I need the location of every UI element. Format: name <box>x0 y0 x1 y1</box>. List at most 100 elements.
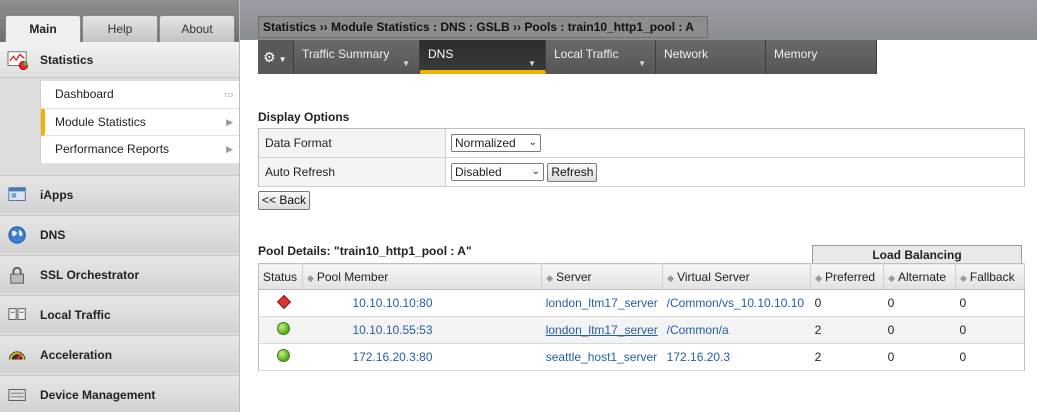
sort-icon: ◆ <box>888 272 895 283</box>
sidebar-item-label: Device Management <box>40 388 156 402</box>
server-link[interactable]: london_ltm17_server <box>546 296 658 310</box>
sort-icon: ◆ <box>815 272 823 283</box>
chevron-right-icon: ▶ <box>226 144 233 154</box>
table-row: 10.10.10.10:80 london_ltm17_server /Comm… <box>258 289 1025 317</box>
chevron-down-icon: ▼ <box>278 55 287 64</box>
tab-main[interactable]: Main <box>5 15 81 43</box>
auto-refresh-label: Auto Refresh <box>258 157 446 187</box>
tab-help[interactable]: Help <box>82 15 158 42</box>
popout-icon: ▭ <box>224 89 233 99</box>
sidebar-item-acceleration[interactable]: Acceleration <box>0 335 239 373</box>
column-header-pool-member[interactable]: ◆ Pool Member <box>302 263 543 290</box>
nav-memory[interactable]: Memory <box>766 40 877 74</box>
column-header-virtual-server[interactable]: ◆ Virtual Server <box>662 263 812 290</box>
nav-label: Network <box>664 47 709 61</box>
fallback-value: 0 <box>955 316 1025 344</box>
column-header-fallback[interactable]: ◆ Fallback <box>955 263 1025 290</box>
statistics-submenu: Dashboard ▭ Module Statistics ▶ Performa… <box>40 81 239 164</box>
column-label: Alternate <box>897 269 947 284</box>
nav-traffic-summary[interactable]: Traffic Summary ▼ <box>294 40 420 74</box>
server-link[interactable]: seattle_host1_server <box>546 350 657 364</box>
sort-icon: ◆ <box>960 272 967 283</box>
data-format-label: Data Format <box>258 128 446 158</box>
sidebar-item-ssl-orchestrator[interactable]: SSL Orchestrator <box>0 255 239 293</box>
alternate-value: 0 <box>883 316 956 344</box>
server-link[interactable]: london_ltm17_server <box>546 323 658 337</box>
status-ok-icon <box>277 322 290 335</box>
chevron-down-icon: ▼ <box>528 59 536 68</box>
column-label: Status <box>263 269 298 284</box>
sidebar-item-label: Acceleration <box>40 348 113 362</box>
globe-icon <box>8 226 26 244</box>
sidebar-item-dns[interactable]: DNS <box>0 215 239 253</box>
breadcrumb: Statistics ›› Module Statistics : DNS : … <box>258 16 708 38</box>
nav-label: DNS <box>428 47 454 61</box>
data-format-select[interactable]: Normalized ⌄ <box>451 134 541 152</box>
nav-dns[interactable]: DNS ▼ <box>420 40 546 74</box>
status-error-icon <box>276 294 292 310</box>
sidebar-item-label: Statistics <box>40 53 94 67</box>
sidebar-item-label: DNS <box>40 228 66 242</box>
pool-member-link[interactable]: 172.16.20.3:80 <box>352 350 432 364</box>
tab-about[interactable]: About <box>159 15 235 42</box>
fallback-value: 0 <box>955 289 1025 317</box>
alternate-value: 0 <box>883 289 956 317</box>
pool-member-link[interactable]: 10.10.10.10:80 <box>352 296 432 310</box>
submenu-item-label: Dashboard <box>55 87 114 101</box>
sort-icon: ◆ <box>546 272 554 283</box>
chevron-down-icon: ⌄ <box>528 137 537 148</box>
gear-icon: ⚙ <box>263 49 276 65</box>
virtual-server-link[interactable]: 172.16.20.3 <box>667 350 730 364</box>
display-options-table: Data Format Normalized ⌄ Auto Refresh Di… <box>258 128 1025 187</box>
virtual-server-link[interactable]: /Common/a <box>667 323 729 337</box>
status-ok-icon <box>277 349 290 362</box>
submenu-item-module-statistics[interactable]: Module Statistics ▶ <box>41 108 239 136</box>
refresh-button[interactable]: Refresh <box>547 162 598 182</box>
preferred-value: 2 <box>810 343 884 371</box>
pool-details-title: Pool Details: "train10_http1_pool : A" <box>258 244 472 258</box>
column-label: Virtual Server <box>677 269 750 284</box>
back-button[interactable]: << Back <box>258 191 311 210</box>
chevron-down-icon: ▼ <box>402 59 410 68</box>
column-label: Fallback <box>969 269 1015 284</box>
submenu-item-dashboard[interactable]: Dashboard ▭ <box>41 81 239 109</box>
nav-label: Memory <box>774 47 818 61</box>
sidebar-item-label: SSL Orchestrator <box>40 268 140 282</box>
statistics-icon <box>7 51 28 70</box>
display-options-title: Display Options <box>258 110 350 124</box>
sort-icon: ◆ <box>667 272 675 283</box>
main-tabbar: Main Help About <box>0 0 239 43</box>
preferred-value: 2 <box>810 316 884 344</box>
submenu-item-label: Module Statistics <box>55 114 146 129</box>
sidebar-item-statistics[interactable]: Statistics <box>0 42 239 78</box>
iapps-icon <box>8 187 26 201</box>
column-header-server[interactable]: ◆ Server <box>541 263 664 290</box>
column-label: Server <box>556 269 592 284</box>
virtual-server-link[interactable]: /Common/vs_10.10.10.10 <box>667 296 804 310</box>
pool-member-link[interactable]: 10.10.10.55:53 <box>352 323 432 337</box>
nav-local-traffic[interactable]: Local Traffic ▼ <box>546 40 656 74</box>
lock-icon <box>10 266 24 284</box>
sidebar-item-label: Local Traffic <box>40 308 111 322</box>
column-header-preferred[interactable]: ◆ Preferred <box>810 263 885 290</box>
table-row: 10.10.10.55:53 london_ltm17_server /Comm… <box>258 316 1025 344</box>
sort-icon: ◆ <box>306 272 314 283</box>
alternate-value: 0 <box>883 343 956 371</box>
sidebar-item-device-management[interactable]: Device Management <box>0 375 239 412</box>
gear-menu-button[interactable]: ⚙ ▼ <box>258 40 294 74</box>
column-label: Pool Member <box>316 269 389 284</box>
column-header-status: Status <box>258 263 303 290</box>
gauge-icon <box>8 351 26 361</box>
auto-refresh-select[interactable]: Disabled ⌄ <box>451 163 544 181</box>
sidebar-item-local-traffic[interactable]: Local Traffic <box>0 295 239 333</box>
nav-label: Local Traffic <box>554 47 619 61</box>
select-value: Disabled <box>455 165 502 179</box>
sidebar-item-iapps[interactable]: iApps <box>0 175 239 213</box>
submenu-item-label: Performance Reports <box>55 142 170 156</box>
sidebar-item-label: iApps <box>40 188 74 202</box>
column-header-alternate[interactable]: ◆ Alternate <box>883 263 956 290</box>
pool-members-table: Status ◆ Pool Member ◆ Server ◆ Virtual Ser… <box>258 263 1025 371</box>
submenu-item-performance-reports[interactable]: Performance Reports ▶ <box>41 136 239 164</box>
fallback-value: 0 <box>955 343 1025 371</box>
nav-network[interactable]: Network <box>656 40 766 74</box>
